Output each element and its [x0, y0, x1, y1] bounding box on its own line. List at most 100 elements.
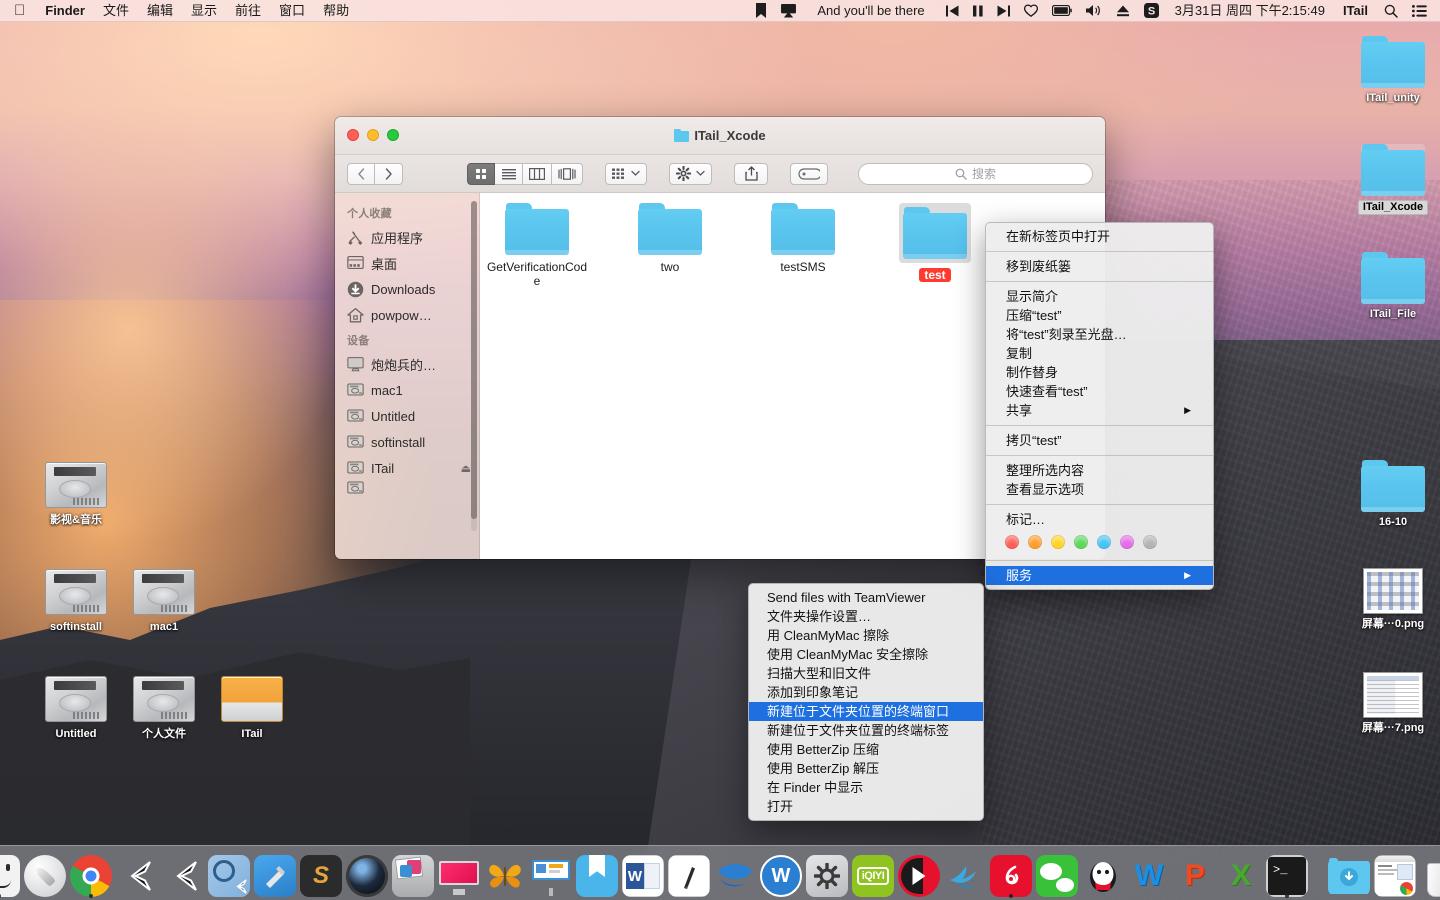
column-view-button[interactable]: [523, 163, 552, 185]
menubar-username[interactable]: ITail: [1334, 0, 1377, 22]
dock-item[interactable]: >_: [1266, 849, 1308, 897]
notes-icon[interactable]: [668, 855, 710, 897]
services-submenu[interactable]: Send files with TeamViewer文件夹操作设置…用 Clea…: [748, 583, 984, 821]
wps-presentation-icon[interactable]: P: [1174, 855, 1216, 897]
dock-item[interactable]: [576, 849, 618, 897]
context-menu-item[interactable]: 压缩“test”: [986, 306, 1213, 325]
context-menu-item[interactable]: 显示简介: [986, 287, 1213, 306]
word-icon[interactable]: W: [622, 855, 664, 897]
sidebar-item-[interactable]: 炮炮兵的…: [335, 351, 479, 377]
eject-icon[interactable]: [1109, 5, 1137, 17]
sidebar-item-powpow[interactable]: powpow…: [335, 302, 479, 328]
desktop-icon[interactable]: 影视&音乐: [28, 458, 124, 527]
keynote-icon[interactable]: [530, 855, 572, 897]
dock-item[interactable]: W: [760, 849, 802, 897]
desktop-icon[interactable]: mac1: [116, 565, 212, 634]
trash-icon[interactable]: [1420, 855, 1440, 897]
context-menu-item[interactable]: 共享▶: [986, 401, 1213, 420]
dock-item[interactable]: [990, 849, 1032, 897]
finder-file-item[interactable]: two: [615, 203, 725, 274]
wiz-icon[interactable]: W: [760, 855, 802, 897]
desktop-icon[interactable]: 个人文件: [116, 672, 212, 741]
icon-view-button[interactable]: [467, 163, 495, 185]
tag-color-dot[interactable]: [1120, 535, 1134, 549]
dock-item[interactable]: [944, 849, 986, 897]
dock-item[interactable]: P: [1174, 849, 1216, 897]
menu-item-view[interactable]: 显示: [182, 0, 226, 22]
finder-titlebar[interactable]: ITail_Xcode: [335, 117, 1105, 155]
xcode-icon[interactable]: [254, 855, 296, 897]
sidebar-scrollbar[interactable]: [471, 201, 477, 531]
rewind-icon[interactable]: [939, 5, 966, 17]
context-menu-item[interactable]: 查看显示选项: [986, 480, 1213, 499]
search-icon[interactable]: [1377, 4, 1405, 18]
back-button[interactable]: [347, 163, 375, 185]
desktop-icon[interactable]: ITail_unity: [1345, 36, 1440, 105]
finder-search-field[interactable]: 搜索: [858, 163, 1093, 185]
finder-file-item[interactable]: testSMS: [748, 203, 858, 274]
desktop-icon[interactable]: ITail: [204, 672, 300, 741]
display-icon[interactable]: [438, 855, 480, 897]
dock-item[interactable]: [0, 849, 20, 897]
finder-sidebar[interactable]: 个人收藏应用程序桌面Downloadspowpow…设备炮炮兵的…mac1Unt…: [335, 193, 480, 559]
context-menu[interactable]: 在新标签页中打开移到废纸篓显示简介压缩“test”将“test”刻录至光盘…复制…: [985, 222, 1214, 590]
wps-writer-icon[interactable]: W: [1128, 855, 1170, 897]
menu-item-go[interactable]: 前往: [226, 0, 270, 22]
terminal-icon[interactable]: >_: [1266, 855, 1308, 897]
context-menu-item[interactable]: 制作替身: [986, 363, 1213, 382]
context-menu-item[interactable]: 移到废纸篓: [986, 257, 1213, 276]
bookmark-app-icon[interactable]: [576, 855, 618, 897]
wechat-icon[interactable]: [1036, 855, 1078, 897]
services-submenu-item[interactable]: 在 Finder 中显示: [749, 778, 983, 797]
dock-item[interactable]: S: [300, 849, 342, 897]
desktop-icon[interactable]: softinstall: [28, 565, 124, 634]
netease-music-icon[interactable]: [990, 855, 1032, 897]
action-gear-button[interactable]: [669, 163, 712, 185]
sogou-input-icon[interactable]: S: [1137, 3, 1166, 18]
menu-item-edit[interactable]: 编辑: [138, 0, 182, 22]
dock-item[interactable]: [484, 849, 526, 897]
services-submenu-item[interactable]: 使用 BetterZip 解压: [749, 759, 983, 778]
sublime-icon[interactable]: S: [300, 855, 342, 897]
qqplayer-icon[interactable]: [898, 855, 940, 897]
services-submenu-item[interactable]: 新建位于文件夹位置的终端窗口: [749, 702, 983, 721]
share-button[interactable]: [734, 163, 768, 185]
bookmark-icon[interactable]: [748, 3, 774, 18]
chrome-icon[interactable]: [70, 855, 112, 897]
sidebar-item-[interactable]: 桌面: [335, 250, 479, 276]
context-menu-item[interactable]: 拷贝“test”: [986, 431, 1213, 450]
dock-item[interactable]: [1036, 849, 1078, 897]
dock-stack-item[interactable]: [1374, 849, 1416, 897]
desktop-icon[interactable]: Untitled: [28, 672, 124, 741]
services-submenu-item[interactable]: 新建位于文件夹位置的终端标签: [749, 721, 983, 740]
sidebar-item-mac1[interactable]: mac1: [335, 377, 479, 403]
heart-icon[interactable]: [1017, 4, 1045, 17]
services-submenu-item[interactable]: 使用 BetterZip 压缩: [749, 740, 983, 759]
dock-item[interactable]: [806, 849, 848, 897]
tag-button[interactable]: [790, 163, 828, 185]
forward-icon[interactable]: [990, 5, 1017, 17]
butterfly-icon[interactable]: [484, 855, 526, 897]
services-submenu-item[interactable]: 使用 CleanMyMac 安全擦除: [749, 645, 983, 664]
sidebar-item-itail[interactable]: ITail⏏: [335, 455, 479, 481]
context-menu-item[interactable]: 将“test”刻录至光盘…: [986, 325, 1213, 344]
dock-item[interactable]: [714, 849, 756, 897]
dock-item[interactable]: [530, 849, 572, 897]
dock-item[interactable]: W: [1128, 849, 1170, 897]
dock-stack-item[interactable]: [1328, 849, 1370, 897]
qq-icon[interactable]: [1082, 855, 1124, 897]
services-submenu-item[interactable]: 扫描大型和旧文件: [749, 664, 983, 683]
iphoto-icon[interactable]: [392, 855, 434, 897]
context-menu-item[interactable]: 快速查看“test”: [986, 382, 1213, 401]
battery-icon[interactable]: [1045, 5, 1079, 16]
airplay-icon[interactable]: [774, 4, 803, 18]
sidebar-item-clipped[interactable]: [335, 481, 479, 495]
menu-app-name[interactable]: Finder: [36, 0, 94, 22]
wps-icon[interactable]: [714, 855, 756, 897]
desktop-icon[interactable]: ITail_File: [1345, 252, 1440, 321]
thunderbird-icon[interactable]: [944, 855, 986, 897]
context-menu-item[interactable]: 复制: [986, 344, 1213, 363]
dock-stack-item[interactable]: [1420, 849, 1440, 897]
context-menu-item[interactable]: 服务▶: [986, 566, 1213, 585]
dock-item[interactable]: [208, 849, 250, 897]
